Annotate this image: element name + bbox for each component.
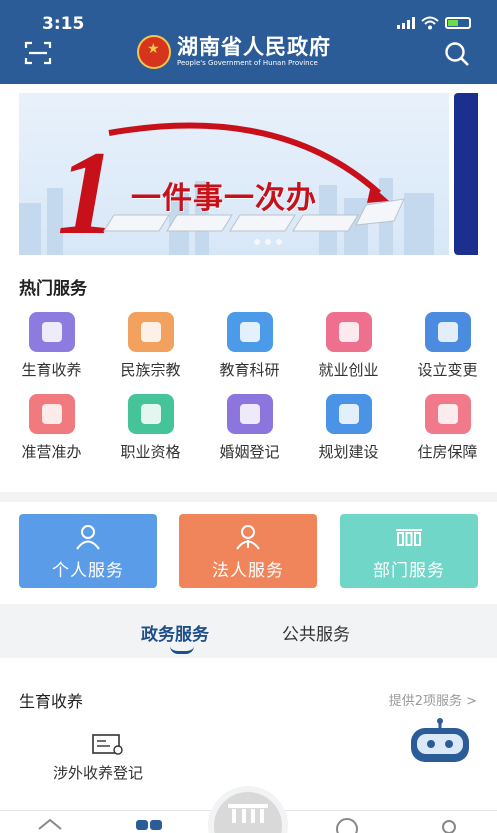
hot-service-item[interactable]: 设立变更 [398, 312, 497, 392]
department-icon [396, 529, 422, 546]
hot-service-label: 设立变更 [417, 361, 478, 379]
planning-construction-icon [325, 394, 372, 434]
department-service-label: 部门服务 [373, 561, 445, 581]
hot-service-label: 职业资格 [120, 443, 181, 461]
services-grid-icon[interactable] [134, 817, 164, 833]
personal-service-label: 个人服务 [52, 561, 124, 581]
registration-change-icon [424, 312, 471, 352]
hot-service-label: 准营准办 [21, 443, 82, 461]
hot-service-item[interactable]: 职业资格 [101, 394, 200, 474]
qualification-icon [127, 394, 174, 434]
person-icon [76, 525, 100, 550]
carousel-dots[interactable] [254, 239, 282, 245]
banner-headline: 一件事一次办 [131, 181, 317, 216]
search-icon[interactable] [443, 40, 471, 68]
business-permit-icon [28, 394, 75, 434]
app-subtitle: People's Government of Hunan Province [177, 59, 318, 67]
ethnic-religion-icon [127, 312, 174, 352]
signal-icon [397, 17, 415, 29]
header: 3:15 湖南省人民政府 People's Government of Huna… [0, 0, 497, 84]
status-bar: 3:15 [0, 0, 497, 34]
hot-service-label: 生育收养 [21, 361, 82, 379]
hot-service-item[interactable]: 住房保障 [398, 394, 497, 474]
scan-icon[interactable] [24, 40, 52, 66]
hot-services-title: 热门服务 [19, 279, 87, 299]
tab-government-services[interactable]: 政务服务 [141, 620, 209, 645]
service-cards-section: 个人服务 法人服务 部门服务 [0, 492, 497, 604]
hot-service-item[interactable]: 规划建设 [299, 394, 398, 474]
status-time: 3:15 [42, 14, 85, 34]
department-service-card[interactable]: 部门服务 [340, 514, 478, 588]
education-research-icon [226, 312, 273, 352]
hot-service-item[interactable]: 准营准办 [2, 394, 101, 474]
home-icon[interactable] [36, 817, 64, 833]
hot-services-section: 热门服务 生育收养 民族宗教 教育科研 就业创业 设立变更准营准办 职业资格 婚姻登记 规划建… [0, 264, 497, 492]
banner-section: 1 一件事一次办 [0, 84, 497, 264]
employment-icon [325, 312, 372, 352]
birth-adoption-icon [28, 312, 75, 352]
hot-service-item[interactable]: 民族宗教 [101, 312, 200, 392]
legal-person-service-card[interactable]: 法人服务 [179, 514, 317, 588]
service-tabs: 政务服务 公共服务 [0, 604, 497, 658]
legal-person-icon [236, 525, 260, 550]
next-banner-peek[interactable] [454, 93, 478, 255]
hot-service-item[interactable]: 教育科研 [200, 312, 299, 392]
government-hall-icon [228, 804, 268, 823]
status-icons [397, 16, 471, 30]
category-title: 生育收养 [19, 692, 84, 711]
wifi-icon [421, 16, 439, 30]
legal-person-service-label: 法人服务 [212, 561, 284, 581]
category-more-link[interactable]: 提供2项服务 > [389, 690, 477, 709]
hot-service-label: 教育科研 [219, 361, 280, 379]
brand: 湖南省人民政府 People's Government of Hunan Pro… [137, 35, 331, 69]
banner-numeral: 1 [57, 126, 117, 255]
chat-icon[interactable] [332, 817, 362, 833]
housing-icon [424, 394, 471, 434]
personal-service-card[interactable]: 个人服务 [19, 514, 157, 588]
tab-public-services[interactable]: 公共服务 [282, 620, 350, 645]
assistant-robot-icon[interactable] [405, 718, 475, 764]
active-tab-indicator [170, 646, 194, 654]
hot-service-item[interactable]: 生育收养 [2, 312, 101, 392]
hot-service-label: 民族宗教 [120, 361, 181, 379]
hot-service-item[interactable]: 就业创业 [299, 312, 398, 392]
hot-service-label: 婚姻登记 [219, 443, 280, 461]
category-item-label[interactable]: 涉外收养登记 [53, 762, 143, 783]
hot-service-label: 就业创业 [318, 361, 379, 379]
marriage-registration-icon [226, 394, 273, 434]
app-title: 湖南省人民政府 [177, 35, 331, 59]
certificate-icon[interactable] [92, 734, 124, 756]
promo-banner[interactable]: 1 一件事一次办 [19, 93, 449, 255]
profile-icon[interactable] [434, 817, 464, 833]
hot-service-label: 住房保障 [417, 443, 478, 461]
national-emblem-icon [137, 35, 171, 69]
battery-icon [445, 17, 471, 29]
hot-service-label: 规划建设 [318, 443, 379, 461]
hot-service-item[interactable]: 婚姻登记 [200, 394, 299, 474]
